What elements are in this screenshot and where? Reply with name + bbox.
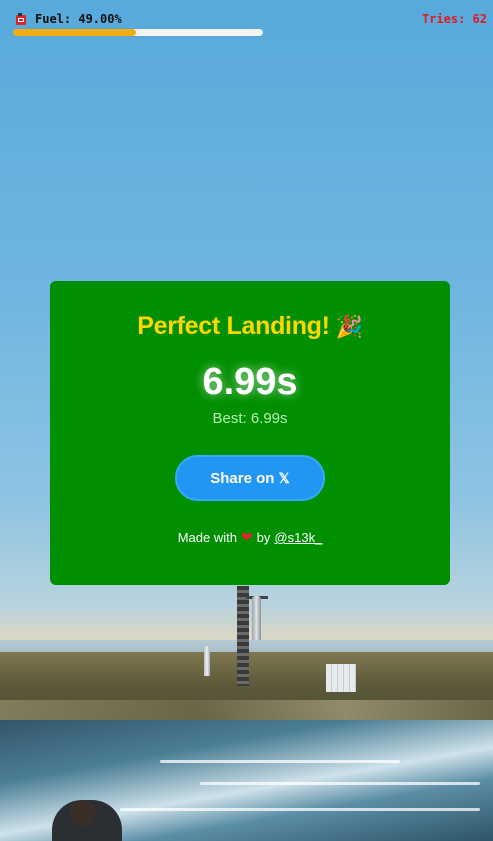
spectator-head — [70, 800, 96, 826]
result-title: Perfect Landing! 🎉 — [50, 312, 450, 341]
result-dialog: Perfect Landing! 🎉 6.99s Best: 6.99s Sha… — [50, 281, 450, 585]
fuel-bar-fill — [13, 29, 136, 36]
x-logo-icon: 𝕏 — [278, 469, 290, 486]
credit-line: Made with ❤ by @s13k_ — [50, 529, 450, 546]
rocket — [252, 596, 261, 640]
fuel-bar — [13, 29, 263, 36]
tries-counter: Tries: 62 — [421, 12, 487, 26]
result-title-text: Perfect Landing! — [137, 312, 330, 340]
share-on-x-button[interactable]: Share on 𝕏 — [175, 455, 325, 501]
fuel-indicator: Fuel: 49.00% — [13, 11, 122, 27]
credit-prefix: Made with — [177, 530, 237, 545]
fuel-can-icon — [13, 11, 29, 27]
credit-by: by — [256, 530, 271, 545]
launch-tower — [237, 586, 249, 686]
landing-time: 6.99s — [202, 361, 298, 403]
author-link[interactable]: @s13k_ — [274, 530, 322, 545]
small-rocket — [204, 646, 210, 676]
hangar — [326, 664, 356, 692]
party-popper-icon: 🎉 — [335, 313, 363, 339]
share-label: Share on — [210, 469, 275, 487]
best-time: Best: 6.99s — [212, 410, 288, 427]
heart-icon: ❤ — [240, 529, 253, 545]
fuel-label: Fuel: 49.00% — [35, 12, 122, 26]
